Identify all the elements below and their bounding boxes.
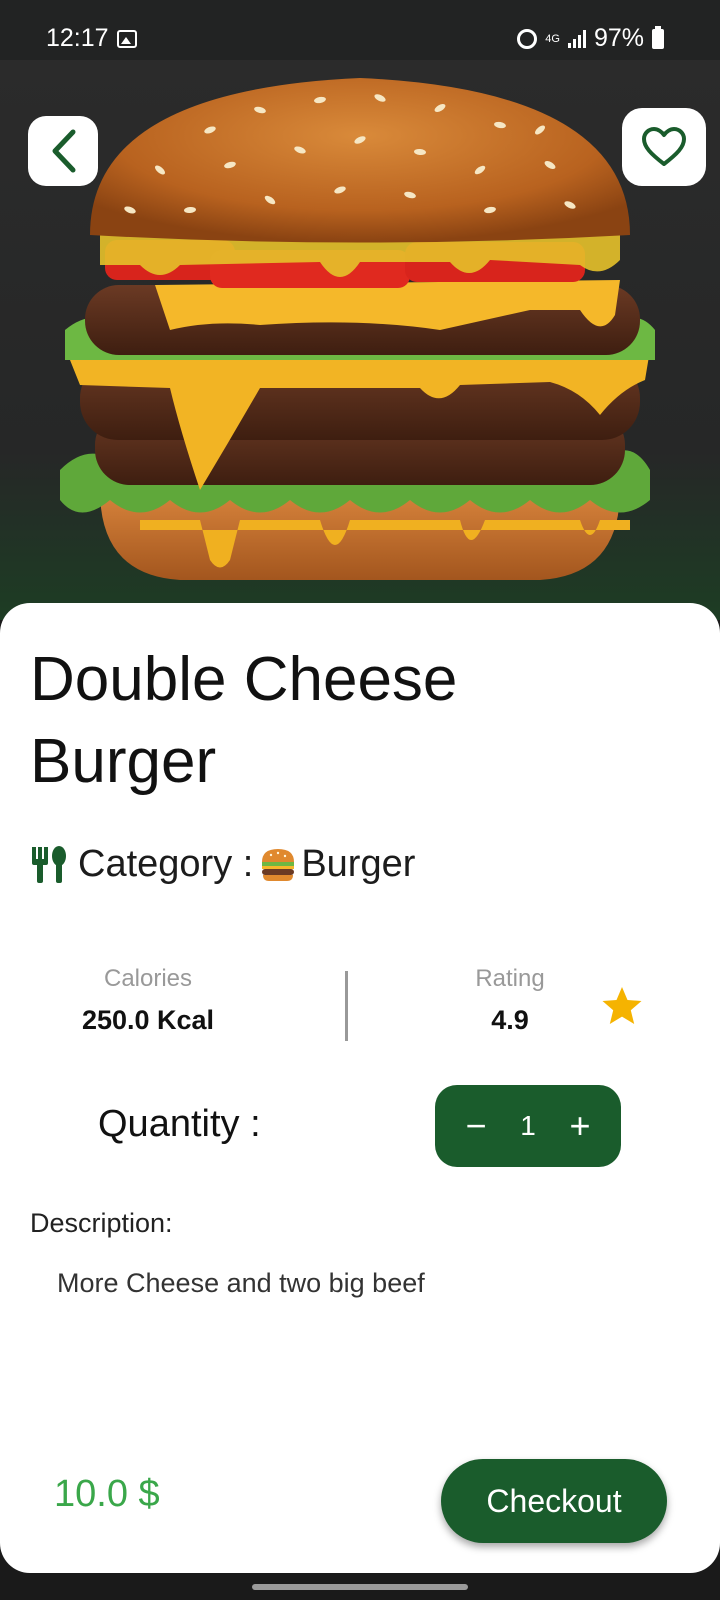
increment-button[interactable]: +	[567, 1108, 593, 1144]
back-button[interactable]	[28, 116, 98, 186]
calories-label: Calories	[103, 965, 193, 992]
cutlery-icon	[32, 845, 66, 883]
gesture-home-bar[interactable]	[252, 1584, 468, 1590]
status-time: 12:17	[46, 24, 109, 52]
quantity-stepper: − 1 +	[435, 1085, 621, 1167]
battery-percent: 97%	[593, 24, 644, 52]
stats-divider	[345, 971, 348, 1041]
quantity-label: Quantity :	[98, 1103, 261, 1145]
alarm-icon	[517, 28, 538, 49]
quantity-value: 1	[520, 1110, 536, 1141]
network-type: 4G	[545, 32, 560, 45]
status-bar: 12:17 4G 97%	[0, 0, 720, 60]
gallery-notification-icon	[117, 30, 137, 48]
product-price: 10.0 $	[54, 1473, 160, 1515]
heart-icon	[642, 127, 686, 166]
rating-stat: Rating 4.9	[410, 965, 610, 1036]
burger-emoji-icon	[262, 848, 295, 881]
rating-value: 4.9	[491, 1005, 529, 1035]
calories-stat: Calories 250.0 Kcal	[48, 965, 248, 1036]
description-text: More Cheese and two big beef	[57, 1268, 425, 1298]
status-indicators: 4G 97%	[517, 24, 664, 53]
description-label: Description:	[30, 1208, 173, 1238]
calories-value: 250.0 Kcal	[81, 1005, 215, 1035]
star-icon	[602, 987, 642, 1024]
checkout-button[interactable]: Checkout	[441, 1459, 667, 1543]
category-value: Burger	[301, 843, 416, 885]
battery-icon	[652, 25, 664, 49]
decrement-button[interactable]: −	[463, 1108, 489, 1144]
burger-image	[60, 78, 655, 580]
favorite-button[interactable]	[622, 108, 706, 186]
product-title: Double Cheese Burger	[30, 645, 458, 796]
category-row: Category : Burger	[30, 843, 415, 886]
product-details-card: Double Cheese Burger Category : Burger C…	[0, 603, 720, 1573]
rating-label: Rating	[475, 965, 545, 992]
signal-icon	[567, 29, 586, 48]
product-hero	[0, 60, 720, 620]
back-icon	[52, 129, 76, 173]
category-label: Category :	[78, 843, 254, 885]
